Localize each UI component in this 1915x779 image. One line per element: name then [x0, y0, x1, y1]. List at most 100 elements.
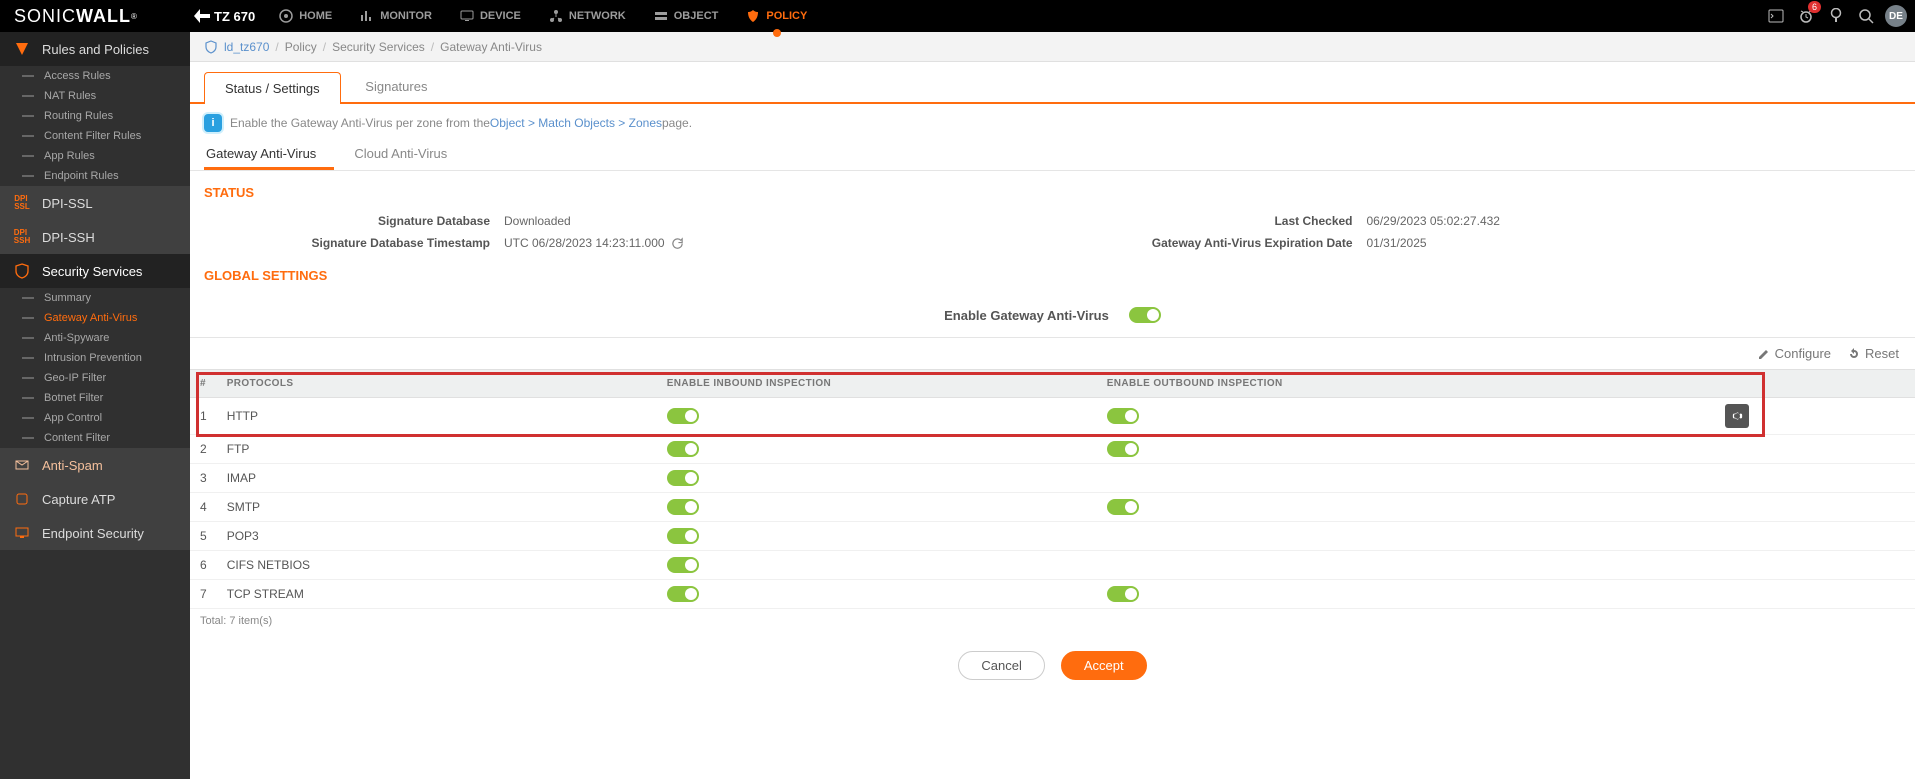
inbound-toggle[interactable] — [667, 499, 699, 515]
cell-protocol: IMAP — [217, 464, 657, 493]
nav-device[interactable]: DEVICE — [446, 0, 535, 32]
table-row: 6CIFS NETBIOS — [190, 551, 1915, 580]
cell-index: 4 — [190, 493, 217, 522]
accept-button[interactable]: Accept — [1061, 651, 1147, 680]
gear-icon — [1730, 409, 1744, 423]
sidebar-access-rules[interactable]: Access Rules — [0, 66, 190, 86]
tab-cloud-av[interactable]: Cloud Anti-Virus — [352, 138, 465, 170]
rules-icon — [12, 39, 32, 59]
sidebar-routing-rules[interactable]: Routing Rules — [0, 106, 190, 126]
sidebar-dpi-ssl[interactable]: DPI SSL DPI-SSL — [0, 186, 190, 220]
nav-home[interactable]: HOME — [265, 0, 346, 32]
alarm-icon[interactable]: 6 — [1793, 3, 1819, 29]
sidebar-app-rules[interactable]: App Rules — [0, 146, 190, 166]
device-icon — [460, 9, 474, 23]
inbound-toggle[interactable] — [667, 586, 699, 602]
home-icon — [279, 9, 293, 23]
table-row: 5POP3 — [190, 522, 1915, 551]
cell-index: 1 — [190, 398, 217, 435]
inbound-toggle[interactable] — [667, 408, 699, 424]
info-link[interactable]: Object > Match Objects > Zones — [490, 116, 662, 130]
crumb-leaf: Gateway Anti-Virus — [440, 40, 542, 54]
device-name: TZ 670 — [214, 9, 255, 24]
cell-protocol: FTP — [217, 435, 657, 464]
protocols-table: # PROTOCOLS ENABLE INBOUND INSPECTION EN… — [190, 369, 1915, 633]
tab-signatures[interactable]: Signatures — [344, 70, 448, 102]
crumb-security-services[interactable]: Security Services — [332, 40, 425, 54]
sidebar-intrusion-prevention[interactable]: Intrusion Prevention — [0, 348, 190, 368]
nav-active-dot — [773, 29, 781, 37]
nav-object[interactable]: OBJECT — [640, 0, 733, 32]
cell-index: 2 — [190, 435, 217, 464]
anti-spam-icon — [12, 455, 32, 475]
tab-gateway-av[interactable]: Gateway Anti-Virus — [204, 138, 334, 170]
search-icon[interactable] — [1853, 3, 1879, 29]
sidebar-capture-atp[interactable]: Capture ATP — [0, 482, 190, 516]
sidebar-content-filter[interactable]: Content Filter — [0, 428, 190, 448]
table-row: 7TCP STREAM — [190, 580, 1915, 609]
nav-network[interactable]: NETWORK — [535, 0, 640, 32]
inbound-toggle[interactable] — [667, 557, 699, 573]
status-sigdb-label: Signature Database — [204, 214, 504, 228]
back-device-button[interactable]: TZ 670 — [194, 9, 255, 24]
outbound-toggle[interactable] — [1107, 586, 1139, 602]
sidebar-app-control[interactable]: App Control — [0, 408, 190, 428]
reset-button[interactable]: Reset — [1847, 346, 1899, 361]
sidebar-content-filter-rules[interactable]: Content Filter Rules — [0, 126, 190, 146]
configure-button[interactable]: Configure — [1757, 346, 1831, 361]
dpi-ssh-icon: DPI SSH — [12, 227, 32, 247]
sidebar-gateway-antivirus[interactable]: Gateway Anti-Virus — [0, 308, 190, 328]
outbound-toggle[interactable] — [1107, 441, 1139, 457]
dpi-ssl-icon: DPI SSL — [12, 193, 32, 213]
enable-label: Enable Gateway Anti-Virus — [944, 308, 1109, 323]
sidebar-endpoint-security[interactable]: Endpoint Security — [0, 516, 190, 550]
endpoint-security-icon — [12, 523, 32, 543]
help-icon[interactable] — [1823, 3, 1849, 29]
sidebar-summary[interactable]: Summary — [0, 288, 190, 308]
sidebar-geo-ip-filter[interactable]: Geo-IP Filter — [0, 368, 190, 388]
cancel-button[interactable]: Cancel — [958, 651, 1044, 680]
info-bar: i Enable the Gateway Anti-Virus per zone… — [190, 108, 1915, 138]
enable-row: Enable Gateway Anti-Virus — [190, 293, 1915, 338]
inbound-toggle[interactable] — [667, 470, 699, 486]
user-avatar[interactable]: DE — [1885, 5, 1907, 27]
outbound-toggle[interactable] — [1107, 408, 1139, 424]
console-icon[interactable] — [1763, 3, 1789, 29]
sidebar-security-services[interactable]: Security Services — [0, 254, 190, 288]
refresh-icon[interactable] — [671, 237, 684, 250]
inbound-toggle[interactable] — [667, 528, 699, 544]
sidebar-anti-spyware[interactable]: Anti-Spyware — [0, 328, 190, 348]
outbound-toggle[interactable] — [1107, 499, 1139, 515]
sidebar: Rules and Policies Access Rules NAT Rule… — [0, 32, 190, 779]
cell-protocol: TCP STREAM — [217, 580, 657, 609]
tab-status-settings[interactable]: Status / Settings — [204, 72, 341, 104]
primary-tabs: Status / Settings Signatures — [190, 62, 1915, 104]
status-exp-label: Gateway Anti-Virus Expiration Date — [1067, 236, 1367, 250]
th-actions — [1715, 370, 1915, 398]
sidebar-anti-spam[interactable]: Anti-Spam — [0, 448, 190, 482]
top-header: SONICWALL® TZ 670 HOME MONITOR DEVICE NE… — [0, 0, 1915, 32]
sidebar-botnet-filter[interactable]: Botnet Filter — [0, 388, 190, 408]
total-row: Total: 7 item(s) — [190, 609, 1915, 634]
nav-monitor[interactable]: MONITOR — [346, 0, 446, 32]
sidebar-endpoint-rules[interactable]: Endpoint Rules — [0, 166, 190, 186]
status-last-label: Last Checked — [1067, 214, 1367, 228]
cell-protocol: POP3 — [217, 522, 657, 551]
table-row: 3IMAP — [190, 464, 1915, 493]
crumb-root[interactable]: ld_tz670 — [224, 40, 269, 54]
breadcrumb: ld_tz670 / Policy / Security Services / … — [190, 32, 1915, 62]
crumb-policy[interactable]: Policy — [285, 40, 317, 54]
inbound-toggle[interactable] — [667, 441, 699, 457]
status-sigdb-value: Downloaded — [504, 214, 571, 228]
cell-index: 6 — [190, 551, 217, 580]
nav-policy[interactable]: POLICY — [732, 0, 821, 32]
row-settings-button[interactable] — [1725, 404, 1749, 428]
enable-gateway-av-toggle[interactable] — [1129, 307, 1161, 323]
monitor-icon — [360, 9, 374, 23]
reset-icon — [1847, 347, 1861, 361]
sidebar-rules[interactable]: Rules and Policies — [0, 32, 190, 66]
main-content: Status / Settings Signatures i Enable th… — [190, 62, 1915, 718]
status-table: Signature Database Downloaded Last Check… — [190, 210, 1915, 254]
sidebar-dpi-ssh[interactable]: DPI SSH DPI-SSH — [0, 220, 190, 254]
sidebar-nat-rules[interactable]: NAT Rules — [0, 86, 190, 106]
